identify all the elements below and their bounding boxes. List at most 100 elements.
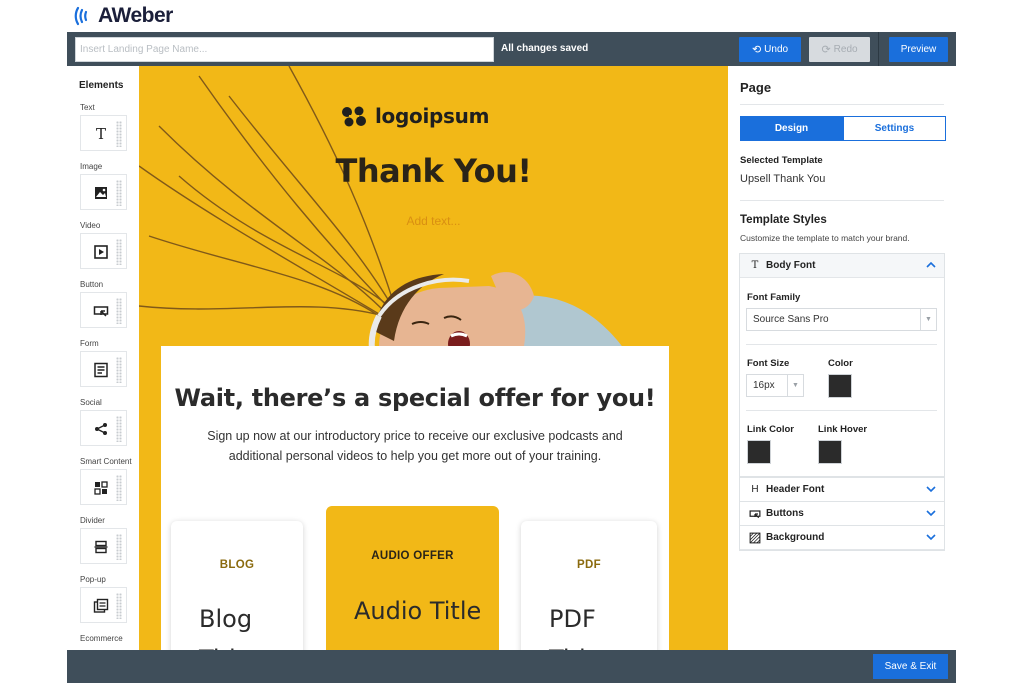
font-size-value: 16px [753,380,775,391]
elements-sidebar: Elements Text T Image Video Button Form … [67,66,139,650]
form-icon [94,362,108,378]
redo-button[interactable]: ⟳ Redo [809,37,870,62]
page-settings-panel: Page Design Settings Selected Template U… [728,66,956,650]
offer-section[interactable]: Wait, there’s a special offer for you! S… [161,346,669,650]
undo-label: Undo [764,44,789,55]
preview-button[interactable]: Preview [889,37,948,62]
font-size-label: Font Size [747,358,790,369]
video-icon [94,245,108,259]
element-tile[interactable] [80,174,127,210]
drag-handle-icon[interactable] [116,593,122,619]
element-label: Social [80,398,102,407]
redo-label: Redo [833,44,858,55]
chevron-down-icon[interactable] [926,532,936,542]
link-hover-swatch[interactable] [818,440,842,464]
elements-title: Elements [79,80,124,91]
background-section: Background [739,525,945,551]
element-button[interactable]: Button [80,280,139,328]
app-frame: AWeber All changes saved ⟲ Undo ⟳ Redo P… [0,0,1024,683]
background-header[interactable]: Background [740,526,944,550]
element-smart-content[interactable]: Smart Content [80,457,139,505]
header-icon: H [751,484,759,495]
element-social[interactable]: Social [80,398,139,446]
drag-handle-icon[interactable] [116,534,122,560]
drag-handle-icon[interactable] [116,416,122,442]
body-font-title: Body Font [766,260,816,271]
product-title[interactable]: PDF Title [549,599,629,650]
element-text[interactable]: Text T [80,103,139,151]
drag-handle-icon[interactable] [116,298,122,324]
chevron-up-icon[interactable] [926,260,936,270]
drag-handle-icon[interactable] [116,357,122,383]
page-name-input[interactable] [75,37,494,62]
product-tag: BLOG [219,559,255,571]
element-tile[interactable] [80,351,127,387]
tab-settings[interactable]: Settings [843,116,946,141]
hero-title[interactable]: Thank You! [139,152,728,190]
product-title[interactable]: Blog Title [199,599,289,650]
tab-design[interactable]: Design [740,116,843,141]
element-label: Divider [80,516,105,525]
element-label: Button [80,280,104,289]
popup-icon [93,598,109,613]
save-exit-button[interactable]: Save & Exit [873,654,948,679]
share-icon [95,423,107,435]
element-tile[interactable]: T [80,115,127,151]
divider [746,410,937,411]
undo-button[interactable]: ⟲ Undo [739,37,801,62]
element-label: Video [80,221,101,230]
buttons-title: Buttons [766,508,804,519]
link-hover-label: Link Hover [818,424,868,435]
element-popup[interactable]: Pop-up [80,575,139,623]
product-title[interactable]: Audio Title [354,591,481,631]
selected-template-value: Upsell Thank You [740,173,826,185]
text-icon: T [95,125,106,143]
header-font-title: Header Font [766,484,825,495]
drag-handle-icon[interactable] [116,180,122,206]
page-canvas[interactable]: logoipsum Thank You! Add text... Wait, t… [139,66,728,650]
product-card-blog[interactable]: BLOG Blog Title [171,521,303,650]
template-styles-title: Template Styles [740,214,827,226]
element-ecommerce[interactable]: Ecommerce [80,634,139,643]
element-form[interactable]: Form [80,339,139,387]
aweber-logo[interactable]: AWeber [74,4,173,28]
element-divider[interactable]: Divider [80,516,139,564]
element-tile[interactable] [80,469,127,505]
buttons-header[interactable]: Buttons [740,502,944,526]
element-label: Ecommerce [80,634,123,643]
element-tile[interactable] [80,233,127,269]
font-family-value: Source Sans Pro [753,314,829,325]
element-tile[interactable] [80,528,127,564]
body-font-section: T Body Font Font Family Source Sans Pro … [739,253,945,477]
chevron-down-icon[interactable] [926,484,936,494]
offer-description[interactable]: Sign up now at our introductory price to… [201,426,629,466]
font-family-select[interactable]: Source Sans Pro ▼ [746,308,937,331]
element-label: Text [80,103,95,112]
element-image[interactable]: Image [80,162,139,210]
element-tile[interactable] [80,292,127,328]
element-tile[interactable] [80,410,127,446]
redo-icon: ⟳ [821,44,831,56]
undo-icon: ⟲ [751,44,762,56]
chevron-down-icon[interactable] [926,508,936,518]
font-size-select[interactable]: 16px ▼ [746,374,804,397]
drag-handle-icon[interactable] [116,239,122,265]
editor-topbar: All changes saved ⟲ Undo ⟳ Redo Preview [67,32,956,66]
divider-icon [94,540,108,554]
hero-subtitle-placeholder[interactable]: Add text... [139,214,728,228]
drag-handle-icon[interactable] [116,475,122,501]
offer-title[interactable]: Wait, there’s a special offer for you! [161,384,669,412]
drag-handle-icon[interactable] [116,121,122,147]
link-color-swatch[interactable] [747,440,771,464]
header-font-header[interactable]: H Header Font [740,478,944,502]
element-tile[interactable] [80,587,127,623]
brand-text: logoipsum [375,104,490,128]
body-font-header[interactable]: T Body Font [740,254,944,278]
product-card-audio[interactable]: AUDIO OFFER Audio Title [326,506,499,650]
body-color-swatch[interactable] [828,374,852,398]
product-card-pdf[interactable]: PDF PDF Title [521,521,657,650]
brand-logo[interactable]: logoipsum [339,104,489,128]
editor-bottombar: Save & Exit [67,650,956,683]
smart-content-icon [94,481,108,495]
element-video[interactable]: Video [80,221,139,269]
